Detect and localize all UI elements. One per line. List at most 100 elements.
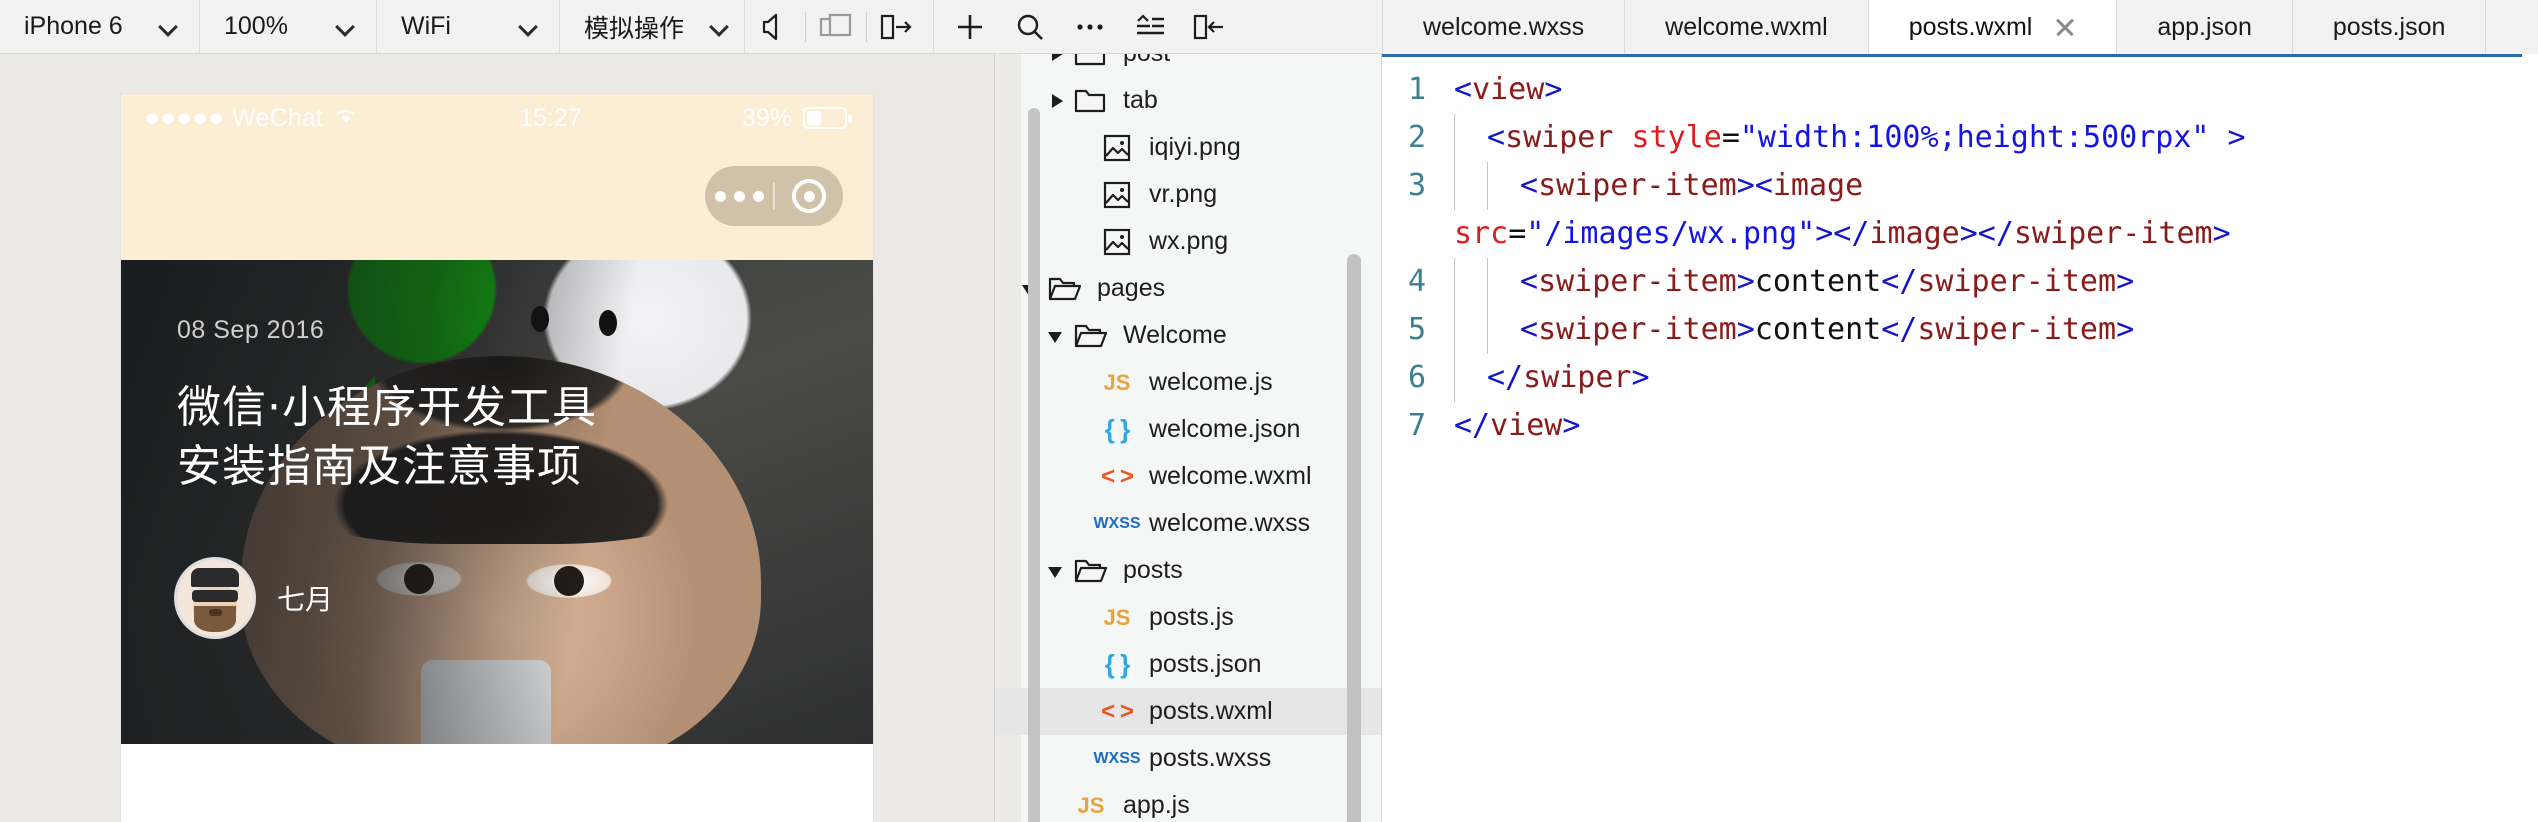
tree-item-wx-png[interactable]: wx.png bbox=[995, 218, 1381, 265]
tab-welcome-wxss[interactable]: welcome.wxss bbox=[1383, 0, 1626, 54]
tree-item-label: welcome.json bbox=[1149, 415, 1301, 443]
tree-item-tab[interactable]: tab bbox=[995, 77, 1381, 124]
line-number: 7 bbox=[1407, 408, 1426, 443]
outdent-icon[interactable] bbox=[1120, 0, 1180, 54]
editor-scrollbar[interactable] bbox=[2522, 54, 2538, 822]
network-selector[interactable]: WiFi bbox=[377, 0, 560, 53]
tree-item-label: Welcome bbox=[1123, 321, 1227, 349]
tab-app-json[interactable]: app.json bbox=[2117, 0, 2293, 54]
editor-line[interactable]: 1 <view> bbox=[1382, 66, 2538, 114]
tab-posts-wxml[interactable]: posts.wxml bbox=[1868, 0, 2118, 54]
carrier-label: WeChat bbox=[232, 103, 324, 132]
search-icon[interactable] bbox=[1000, 0, 1060, 54]
chevron-down-icon[interactable] bbox=[1043, 557, 1071, 585]
tree-item-post[interactable]: post bbox=[995, 54, 1381, 77]
code-token-tag: swiper-item bbox=[1917, 312, 2117, 347]
code-token-txt: content bbox=[1754, 312, 1882, 347]
editor-line[interactable]: 6 </swiper> bbox=[1382, 354, 2538, 402]
capsule-menu-button[interactable] bbox=[705, 166, 843, 226]
code-token-br: > bbox=[2116, 264, 2135, 299]
tree-item-iqiyi-png[interactable]: iqiyi.png bbox=[995, 124, 1381, 171]
panel-left-collapse-icon[interactable] bbox=[1180, 0, 1240, 54]
zoom-selector[interactable]: 100% bbox=[200, 0, 377, 53]
editor-line[interactable]: 2 <swiper style="width:100%;height:500rpx… bbox=[1382, 114, 2538, 162]
more-icon[interactable] bbox=[705, 190, 773, 202]
editor-tab-strip: welcome.wxss welcome.wxml posts.wxml app… bbox=[1382, 0, 2538, 54]
multi-window-icon[interactable] bbox=[806, 0, 866, 54]
editor-line[interactable]: 4 <swiper-item>content</swiper-item> bbox=[1382, 258, 2538, 306]
wifi-icon bbox=[333, 104, 359, 133]
editor-line[interactable]: src="/images/wx.png"></image></swiper-it… bbox=[1382, 210, 2538, 258]
code-token-tag: swiper-item bbox=[1538, 264, 1737, 299]
code-editor[interactable]: 1 <view> 2 <swiper style="width:100%;height… bbox=[1382, 54, 2538, 822]
file-tree-list[interactable]: post tab iqiyi.png vr.png wx.png pages Welcome… bbox=[995, 54, 1381, 822]
code-token-br: > bbox=[2116, 312, 2135, 347]
tree-item-welcome-wxss[interactable]: WXSS welcome.wxss bbox=[995, 500, 1381, 547]
tree-item-label: posts.json bbox=[1149, 650, 1262, 678]
tree-item-label: iqiyi.png bbox=[1149, 133, 1241, 161]
editor-line-content[interactable]: <swiper-item><image bbox=[1448, 162, 1863, 210]
tree-item-posts[interactable]: posts bbox=[995, 547, 1381, 594]
wxml-file-icon: < > bbox=[1101, 697, 1134, 725]
top-toolbar: iPhone 6 100% WiFi 模拟操作 welcome.wxss wel… bbox=[0, 0, 2538, 54]
tree-item-pages[interactable]: pages bbox=[995, 265, 1381, 312]
post-card[interactable]: 08 Sep 2016 微信·小程序开发工具 安装指南及注意事项 七月 bbox=[121, 260, 873, 744]
code-token-attr: style bbox=[1631, 120, 1722, 155]
tree-item-label: pages bbox=[1097, 274, 1166, 302]
editor-line-content[interactable]: <swiper-item>content</swiper-item> bbox=[1448, 306, 2134, 354]
code-token-br: > bbox=[2227, 120, 2246, 155]
editor-line[interactable]: 7 </view> bbox=[1382, 402, 2538, 450]
line-number: 3 bbox=[1407, 168, 1426, 203]
add-icon[interactable] bbox=[940, 0, 1000, 54]
code-token-br: > bbox=[2212, 216, 2231, 251]
volume-icon[interactable] bbox=[745, 0, 805, 54]
editor-line-content[interactable]: <swiper-item>content</swiper-item> bbox=[1448, 258, 2134, 306]
code-token-br: > bbox=[1562, 408, 1581, 443]
tree-outer-scrollbar[interactable] bbox=[1028, 108, 1040, 822]
device-selector[interactable]: iPhone 6 bbox=[0, 0, 200, 53]
tree-item-welcome-js[interactable]: JS welcome.js bbox=[995, 359, 1381, 406]
post-author-name: 七月 bbox=[277, 584, 334, 615]
tree-item-vr-png[interactable]: vr.png bbox=[995, 171, 1381, 218]
editor-line-content[interactable]: </view> bbox=[1448, 402, 1580, 450]
tree-scrollbar[interactable] bbox=[1347, 254, 1361, 822]
indent-guide bbox=[1454, 258, 1487, 306]
chevron-down-icon bbox=[519, 17, 539, 37]
indent-guide bbox=[1487, 162, 1520, 210]
tree-item-posts-wxml[interactable]: < > posts.wxml bbox=[995, 688, 1381, 735]
code-token-br: > bbox=[1736, 264, 1755, 299]
tree-item-welcome-wxml[interactable]: < > welcome.wxml bbox=[995, 453, 1381, 500]
wechat-devtools-window: iPhone 6 100% WiFi 模拟操作 welcome.wxss wel… bbox=[0, 0, 2538, 822]
editor-line[interactable]: 5 <swiper-item>content</swiper-item> bbox=[1382, 306, 2538, 354]
tree-item-posts-js[interactable]: JS posts.js bbox=[995, 594, 1381, 641]
tab-welcome-wxml[interactable]: welcome.wxml bbox=[1625, 0, 1869, 54]
main-body: WeChat 15:27 39% 08 Sep 2016 微信·小程序开发工具 … bbox=[0, 54, 2538, 822]
tree-item-posts-wxss[interactable]: WXSS posts.wxss bbox=[995, 735, 1381, 782]
tree-item-Welcome[interactable]: Welcome bbox=[995, 312, 1381, 359]
editor-line-content[interactable]: <swiper style="width:100%;height:500rpx"… bbox=[1448, 114, 2246, 162]
avatar bbox=[177, 560, 253, 636]
code-token-tag: swiper-item bbox=[1917, 264, 2117, 299]
tree-item-app-js[interactable]: JS app.js bbox=[995, 782, 1381, 822]
toolbar-selectors: iPhone 6 100% WiFi 模拟操作 bbox=[0, 0, 745, 53]
toolbar-icon-group bbox=[745, 0, 1240, 53]
line-number: 1 bbox=[1407, 72, 1426, 107]
simulate-action-selector[interactable]: 模拟操作 bbox=[560, 0, 745, 53]
code-token-eq: = bbox=[1508, 216, 1527, 251]
chevron-down-icon[interactable] bbox=[1043, 322, 1071, 350]
chevron-right-icon[interactable] bbox=[1043, 54, 1071, 68]
tab-label: posts.wxml bbox=[1908, 12, 2033, 41]
tree-item-posts-json[interactable]: { } posts.json bbox=[995, 641, 1381, 688]
close-icon[interactable] bbox=[2054, 16, 2076, 38]
more-icon[interactable] bbox=[1060, 0, 1120, 54]
editor-line[interactable]: 3 <swiper-item><image bbox=[1382, 162, 2538, 210]
close-target-icon[interactable] bbox=[775, 179, 843, 213]
editor-line-content[interactable]: <view> bbox=[1448, 66, 1562, 114]
tree-item-welcome-json[interactable]: { } welcome.json bbox=[995, 406, 1381, 453]
chevron-right-icon[interactable] bbox=[1043, 87, 1071, 115]
editor-line-content[interactable]: src="/images/wx.png"></image></swiper-it… bbox=[1448, 210, 2231, 258]
editor-line-content[interactable]: </swiper> bbox=[1448, 354, 1650, 402]
panel-right-open-icon[interactable] bbox=[867, 0, 927, 54]
tab-posts-json[interactable]: posts.json bbox=[2292, 0, 2487, 54]
